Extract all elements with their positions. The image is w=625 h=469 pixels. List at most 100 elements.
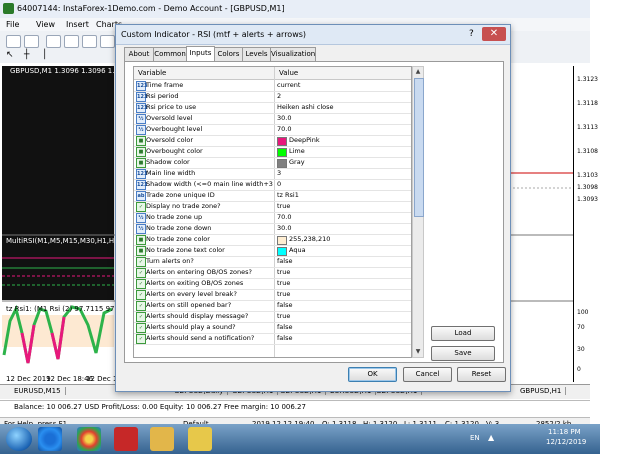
chart-tab[interactable]: EURUSD,M15 [14,387,66,395]
parameter-value[interactable]: 70.0 [277,125,291,133]
menu-view[interactable]: View [36,20,55,29]
help-icon[interactable]: ? [469,29,474,39]
parameter-value[interactable]: true [277,312,290,320]
tab-common[interactable]: Common [153,47,187,61]
parameter-type-icon: 123 [136,92,148,102]
parameter-value[interactable]: 30.0 [277,224,291,232]
close-icon[interactable]: ✕ [482,27,506,41]
scroll-down-icon[interactable]: ▼ [414,348,422,356]
profiles-icon[interactable] [24,35,39,48]
tray-date[interactable]: 12/12/2019 [546,438,586,446]
column-value[interactable]: Value [279,69,298,77]
inputs-scrollbar[interactable]: ▲ ▼ [412,66,424,358]
parameter-type-icon: ✓ [136,257,146,267]
parameter-value[interactable]: true [277,202,290,210]
parameter-type-icon: 123 [136,180,148,190]
parameter-value[interactable]: false [277,323,292,331]
parameter-name: Alerts should display message? [146,312,249,320]
parameter-value[interactable]: DeepPink [289,136,320,144]
save-button[interactable]: Save [431,346,495,361]
ok-button[interactable]: OK [348,367,397,382]
tab-colors[interactable]: Colors [214,47,243,61]
parameter-value[interactable]: true [277,268,290,276]
color-swatch[interactable] [277,247,287,256]
parameter-value[interactable]: Lime [289,147,305,155]
tray-time[interactable]: 11:18 PM [548,428,581,436]
tray-flag-icon[interactable]: ▲ [488,433,494,442]
parameter-value[interactable]: Heiken ashi close [277,103,334,111]
load-button[interactable]: Load [431,326,495,341]
column-variable[interactable]: Variable [138,69,166,77]
start-button-icon[interactable] [6,427,32,451]
scrollbar-thumb[interactable] [414,78,424,217]
menu-file[interactable]: File [6,20,19,29]
terminal-app-icon[interactable] [188,427,212,451]
balance-text: Balance: 10 006.27 USD Profit/Loss: 0.00… [14,403,306,411]
parameter-value[interactable]: false [277,334,292,342]
cancel-button[interactable]: Cancel [403,367,452,382]
parameter-value[interactable]: false [277,257,292,265]
price-label: 1.3118 [577,100,598,107]
tab-visualization[interactable]: Visualization [270,47,316,61]
reset-button[interactable]: Reset [457,367,506,382]
parameter-name: No trade zone color [146,235,210,243]
parameter-type-icon: ✓ [136,202,146,212]
color-swatch[interactable] [277,137,287,146]
parameter-name: Trade zone unique ID [146,191,215,199]
parameter-value[interactable]: current [277,81,300,89]
parameter-type-icon: ■ [136,136,146,146]
menu-insert[interactable]: Insert [66,20,89,29]
parameter-name: No trade zone up [146,213,203,221]
inputs-table[interactable]: Variable Value 123 Time frame current 123 Rs… [133,66,412,358]
parameter-value[interactable]: 255,238,210 [289,235,330,243]
market-watch-icon[interactable] [46,35,61,48]
parameter-value[interactable]: tz Rsi1 [277,191,299,199]
ie-icon[interactable] [38,427,62,451]
color-swatch[interactable] [277,236,287,245]
parameter-type-icon: ■ [136,147,146,157]
navigator-icon[interactable] [64,35,79,48]
parameter-name: Display no trade zone? [146,202,221,210]
parameter-value[interactable]: Gray [289,158,305,166]
tab-levels[interactable]: Levels [242,47,271,61]
parameter-value[interactable]: Aqua [289,246,306,254]
parameter-value[interactable]: 3 [277,169,281,177]
parameter-value[interactable]: false [277,301,292,309]
terminal-balance-row: Balance: 10 006.27 USD Profit/Loss: 0.00… [0,400,590,413]
parameter-value[interactable]: 30.0 [277,114,291,122]
parameter-type-icon: ■ [136,235,146,245]
parameter-value[interactable]: 70.0 [277,213,291,221]
tray-language[interactable]: EN [470,434,480,442]
crosshair-icon[interactable]: ┼ [24,50,37,61]
rsi-scale-label: 100 [577,309,589,316]
price-label: 1.3113 [577,124,598,131]
parameter-type-icon: ✓ [136,279,146,289]
app-icon [3,3,14,14]
parameter-name: Time frame [146,81,184,89]
color-swatch[interactable] [277,148,287,157]
vertical-line-icon[interactable]: │ [42,50,55,61]
parameter-name: Alerts on exiting OB/OS zones [146,279,244,287]
tab-inputs[interactable]: Inputs [186,46,215,62]
metatrader-icon[interactable] [114,427,138,451]
rsi-scale-label: 30 [577,346,585,353]
parameter-type-icon: 123 [136,169,148,179]
terminal-icon[interactable] [82,35,97,48]
table-row[interactable]: ✓ Alerts should send a notification? false [134,333,411,345]
tester-icon[interactable] [100,35,115,48]
parameter-value[interactable]: true [277,279,290,287]
scroll-up-icon[interactable]: ▲ [414,68,422,76]
parameter-type-icon: ✓ [136,312,146,322]
chart-tab[interactable]: GBPUSD,H1 [520,387,567,395]
parameter-name: Overbought color [146,147,203,155]
folder-icon[interactable] [150,427,174,451]
tab-about[interactable]: About [124,47,154,61]
parameter-value[interactable]: true [277,290,290,298]
parameter-value[interactable]: 2 [277,92,281,100]
chrome-icon[interactable] [77,427,101,451]
color-swatch[interactable] [277,159,287,168]
cursor-icon[interactable]: ↖ [6,50,19,61]
new-chart-icon[interactable] [6,35,21,48]
time-label-1: 12 Dec 2019 [6,375,51,383]
parameter-value[interactable]: 0 [277,180,281,188]
